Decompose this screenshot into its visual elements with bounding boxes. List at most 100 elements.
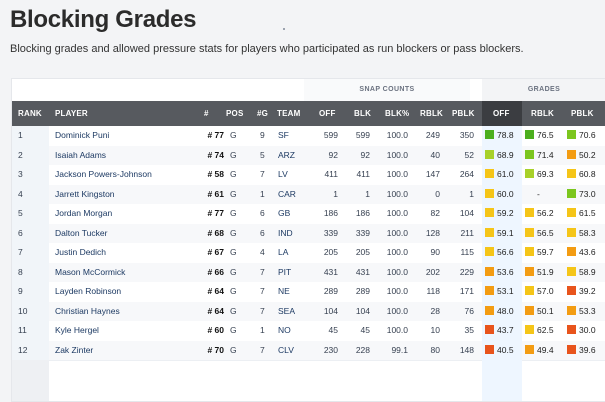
table-footer-off-bg bbox=[482, 360, 522, 401]
grade-rblk-value: 57.0 bbox=[537, 286, 554, 296]
grade-color-swatch bbox=[485, 247, 494, 257]
cell-off: 289 bbox=[323, 286, 338, 296]
cell-team[interactable]: LV bbox=[278, 165, 308, 185]
column-header-grade-pblk[interactable]: PBLK bbox=[571, 101, 594, 126]
cell-rblk: 202 bbox=[425, 266, 440, 277]
grade-off-value: 59.2 bbox=[497, 208, 514, 218]
table-row[interactable]: 10 Christian Haynes # 64 G 7 SEA 104 104 100.0 28… bbox=[12, 301, 605, 322]
cell-jersey: # 67 bbox=[207, 247, 224, 257]
column-header-player[interactable]: PLAYER bbox=[55, 101, 88, 126]
grade-off: 40.5 bbox=[485, 341, 514, 361]
column-header-blk-pct[interactable]: BLK% bbox=[385, 101, 409, 126]
column-header-games[interactable]: #G bbox=[257, 101, 268, 126]
cell-team[interactable]: ARZ bbox=[278, 146, 308, 166]
cell-blk: 289 bbox=[355, 286, 370, 296]
cell-team[interactable]: NO bbox=[278, 321, 308, 341]
cell-player[interactable]: Jarrett Kingston bbox=[55, 185, 195, 205]
table-row[interactable]: 5 Jordan Morgan # 77 G 6 GB 186 186 100.0 82 104 59… bbox=[12, 204, 605, 225]
cell-blk: 411 bbox=[356, 169, 370, 179]
cell-player[interactable]: Mason McCormick bbox=[55, 263, 195, 283]
cell-team[interactable]: GB bbox=[278, 204, 308, 224]
grade-pblk-value: 61.5 bbox=[579, 208, 596, 218]
cell-blk: 1 bbox=[365, 188, 370, 199]
table-row[interactable]: 1 Dominick Puni # 77 G 9 SF 599 599 100.0 249 350 7… bbox=[12, 126, 605, 147]
column-header-off[interactable]: OFF bbox=[319, 101, 336, 126]
cell-team[interactable]: LA bbox=[278, 243, 308, 263]
grade-color-swatch bbox=[567, 286, 576, 296]
table-row[interactable]: 8 Mason McCormick # 66 G 7 PIT 431 431 100.0 202 2… bbox=[12, 262, 605, 283]
grade-color-swatch bbox=[525, 149, 534, 159]
grade-off: 56.6 bbox=[485, 243, 514, 263]
cell-player[interactable]: Dalton Tucker bbox=[55, 224, 195, 244]
blocking-grades-table: SNAP COUNTS GRADES RANK PLAYER # POS #G … bbox=[11, 78, 605, 402]
cell-team[interactable]: PIT bbox=[278, 263, 308, 283]
cell-off: 411 bbox=[324, 169, 338, 179]
column-header-pblk[interactable]: PBLK bbox=[452, 101, 475, 126]
cell-team[interactable]: CAR bbox=[278, 185, 308, 205]
table-row[interactable]: 4 Jarrett Kingston # 61 G 1 CAR 1 1 100.0 0 1 60.0 -… bbox=[12, 184, 605, 205]
grade-off-value: 59.1 bbox=[497, 227, 514, 238]
grade-pblk-value: 43.6 bbox=[579, 247, 596, 257]
cell-games: 6 bbox=[260, 227, 265, 238]
cell-blk: 104 bbox=[355, 305, 370, 316]
grade-rblk-value: 69.3 bbox=[537, 169, 554, 179]
cell-player[interactable]: Justin Dedich bbox=[55, 243, 195, 263]
cell-blk-pct: 100.0 bbox=[386, 227, 408, 238]
column-header-grade-rblk[interactable]: RBLK bbox=[531, 101, 554, 126]
cell-player[interactable]: Layden Robinson bbox=[55, 282, 195, 302]
cell-team[interactable]: CLV bbox=[278, 341, 308, 361]
cell-player[interactable]: Christian Haynes bbox=[55, 302, 195, 322]
column-header-grade-off[interactable]: OFF bbox=[493, 101, 510, 126]
grade-off-value: 53.6 bbox=[497, 266, 514, 277]
column-header-jersey[interactable]: # bbox=[204, 101, 209, 126]
cell-jersey: # 64 bbox=[207, 305, 224, 316]
column-header-blk[interactable]: BLK bbox=[354, 101, 371, 126]
table-row[interactable]: 7 Justin Dedich # 67 G 4 LA 205 205 100.0 90 115 56… bbox=[12, 243, 605, 264]
table-row[interactable]: 11 Kyle Hergel # 60 G 1 NO 45 45 100.0 10 35 43.7 62… bbox=[12, 321, 605, 342]
cell-team[interactable]: SEA bbox=[278, 302, 308, 322]
grade-color-swatch bbox=[525, 227, 534, 237]
cell-player[interactable]: Zak Zinter bbox=[55, 341, 195, 361]
grade-rblk: 51.9 bbox=[525, 263, 554, 283]
cell-player[interactable]: Jordan Morgan bbox=[55, 204, 195, 224]
column-header-rank[interactable]: RANK bbox=[18, 101, 42, 126]
table-row[interactable]: 6 Dalton Tucker # 68 G 6 IND 339 339 100.0 128 211… bbox=[12, 223, 605, 244]
grade-color-swatch bbox=[567, 266, 576, 276]
column-header-team[interactable]: TEAM bbox=[277, 101, 300, 126]
grade-rblk-value: 56.5 bbox=[537, 227, 554, 238]
table-row[interactable]: 12 Zak Zinter # 70 G 7 CLV 230 228 99.1 80 148 40.5… bbox=[12, 340, 605, 361]
grade-color-swatch bbox=[567, 227, 576, 237]
table-header-row: RANK PLAYER # POS #G TEAM OFF BLK BLK% R… bbox=[12, 101, 605, 126]
cell-team[interactable]: NE bbox=[278, 282, 308, 302]
cell-team[interactable]: IND bbox=[278, 224, 308, 244]
grade-pblk-value: 58.3 bbox=[579, 227, 596, 238]
grade-color-swatch bbox=[485, 325, 494, 335]
cell-pos: G bbox=[230, 149, 237, 160]
cell-off: 186 bbox=[323, 208, 338, 218]
grade-color-swatch bbox=[525, 169, 534, 179]
grade-rblk-value: 51.9 bbox=[537, 266, 554, 277]
cell-rblk: 128 bbox=[425, 227, 440, 238]
table-row[interactable]: 9 Layden Robinson # 64 G 7 NE 289 289 100.0 118 17… bbox=[12, 282, 605, 303]
table-row[interactable]: 2 Isaiah Adams # 74 G 5 ARZ 92 92 100.0 40 52 68.9 7… bbox=[12, 145, 605, 166]
cell-player[interactable]: Dominick Puni bbox=[55, 126, 195, 146]
cell-blk-pct: 99.1 bbox=[391, 344, 408, 355]
grade-off: 78.8 bbox=[485, 126, 514, 146]
grade-color-swatch bbox=[567, 344, 576, 354]
table-row[interactable]: 3 Jackson Powers-Johnson # 58 G 7 LV 411 411 100… bbox=[12, 165, 605, 186]
grade-rblk: 76.5 bbox=[525, 126, 554, 146]
cell-team[interactable]: SF bbox=[278, 126, 308, 146]
cell-rblk: 80 bbox=[430, 344, 440, 355]
grade-off-value: 48.0 bbox=[497, 305, 514, 316]
cell-pblk: 350 bbox=[459, 130, 474, 140]
column-header-pos[interactable]: POS bbox=[226, 101, 244, 126]
grade-color-swatch bbox=[485, 188, 494, 198]
column-header-rblk[interactable]: RBLK bbox=[420, 101, 443, 126]
grade-off: 59.2 bbox=[485, 204, 514, 224]
cell-player[interactable]: Jackson Powers-Johnson bbox=[55, 165, 195, 185]
cell-player[interactable]: Isaiah Adams bbox=[55, 146, 195, 166]
cell-player[interactable]: Kyle Hergel bbox=[55, 321, 195, 341]
grade-off: 53.1 bbox=[485, 282, 514, 302]
cell-pblk: 115 bbox=[460, 247, 474, 257]
cell-rblk: 90 bbox=[430, 247, 440, 257]
